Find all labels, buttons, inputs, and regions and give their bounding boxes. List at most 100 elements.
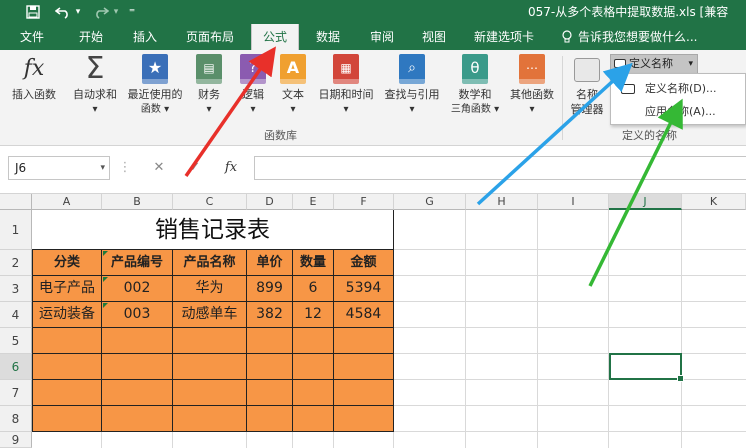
date-time-button[interactable]: ▦ 日期和时间 ▾ bbox=[314, 50, 378, 124]
empty-cell[interactable] bbox=[334, 354, 394, 380]
table-cell[interactable]: 899 bbox=[247, 276, 293, 302]
tell-me-search[interactable]: 告诉我您想要做什么... bbox=[578, 24, 698, 50]
logical-button[interactable]: ? 逻辑 ▾ bbox=[234, 50, 272, 124]
empty-cell[interactable] bbox=[32, 328, 102, 354]
tab-page-layout[interactable]: 页面布局 bbox=[178, 24, 242, 50]
define-name-dropdown[interactable]: 定义名称 ▾ bbox=[610, 54, 698, 74]
recently-used-button[interactable]: ★ 最近使用的 函数 ▾ bbox=[124, 50, 186, 124]
table-cell[interactable]: 运动装备 bbox=[32, 302, 102, 328]
table-header-cell[interactable]: 产品名称 bbox=[173, 250, 247, 276]
column-header-k[interactable]: K bbox=[682, 194, 746, 210]
redo-dropdown-icon[interactable]: ▾ bbox=[110, 0, 122, 24]
tab-formulas[interactable]: 公式 bbox=[251, 24, 299, 50]
column-header-i[interactable]: I bbox=[538, 194, 609, 210]
text-button[interactable]: A 文本 ▾ bbox=[276, 50, 310, 124]
empty-cell[interactable] bbox=[334, 328, 394, 354]
table-header-cell[interactable]: 单价 bbox=[247, 250, 293, 276]
save-icon[interactable] bbox=[22, 0, 44, 24]
empty-cell[interactable] bbox=[173, 406, 247, 432]
empty-cell[interactable] bbox=[293, 380, 334, 406]
empty-cell[interactable] bbox=[247, 380, 293, 406]
table-cell[interactable]: 华为 bbox=[173, 276, 247, 302]
math-trig-button[interactable]: θ 数学和 三角函数 ▾ bbox=[446, 50, 504, 124]
empty-cell[interactable] bbox=[102, 406, 173, 432]
enter-icon[interactable]: ✓ bbox=[182, 156, 208, 180]
empty-cell[interactable] bbox=[293, 354, 334, 380]
lookup-reference-button[interactable]: ⌕ 查找与引用 ▾ bbox=[380, 50, 444, 124]
column-header-g[interactable]: G bbox=[394, 194, 466, 210]
table-header-cell[interactable]: 产品编号 bbox=[102, 250, 173, 276]
table-cell[interactable]: 5394 bbox=[334, 276, 394, 302]
table-cell[interactable]: 002 bbox=[102, 276, 173, 302]
table-cell[interactable]: 4584 bbox=[334, 302, 394, 328]
name-box[interactable]: J6 ▾ bbox=[8, 156, 110, 180]
tab-data[interactable]: 数据 bbox=[306, 24, 350, 50]
table-cell[interactable]: 电子产品 bbox=[32, 276, 102, 302]
empty-cell[interactable] bbox=[247, 406, 293, 432]
empty-cell[interactable] bbox=[173, 380, 247, 406]
empty-cell[interactable] bbox=[102, 354, 173, 380]
empty-cell[interactable] bbox=[102, 380, 173, 406]
empty-cell[interactable] bbox=[293, 406, 334, 432]
column-header-d[interactable]: D bbox=[247, 194, 293, 210]
column-header-a[interactable]: A bbox=[32, 194, 102, 210]
column-header-e[interactable]: E bbox=[293, 194, 334, 210]
tab-new-tab[interactable]: 新建选项卡 bbox=[466, 24, 542, 50]
empty-cell[interactable] bbox=[247, 354, 293, 380]
empty-cell[interactable] bbox=[334, 380, 394, 406]
more-functions-button[interactable]: ⋯ 其他函数 ▾ bbox=[506, 50, 558, 124]
undo-dropdown-icon[interactable]: ▾ bbox=[72, 0, 84, 24]
undo-icon[interactable] bbox=[52, 0, 74, 24]
row-header-9[interactable]: 9 bbox=[0, 432, 32, 448]
row-header-4[interactable]: 4 bbox=[0, 302, 32, 328]
table-header-cell[interactable]: 分类 bbox=[32, 250, 102, 276]
financial-button[interactable]: ▤ 财务 ▾ bbox=[190, 50, 228, 124]
table-cell[interactable]: 6 bbox=[293, 276, 334, 302]
customize-qat-icon[interactable]: ⁼ bbox=[126, 0, 138, 24]
row-header-7[interactable]: 7 bbox=[0, 380, 32, 406]
formula-input[interactable] bbox=[254, 156, 746, 180]
menu-item-apply-names[interactable]: 应用名称(A)... bbox=[611, 101, 746, 123]
menu-item-define-name[interactable]: 定义名称(D)... bbox=[611, 78, 746, 100]
active-cell-selection[interactable] bbox=[609, 353, 684, 382]
autosum-button[interactable]: Σ 自动求和 ▾ bbox=[68, 50, 122, 124]
insert-function-icon[interactable]: fx bbox=[218, 156, 244, 180]
insert-function-button[interactable]: fx 插入函数 bbox=[6, 50, 62, 124]
empty-cell[interactable] bbox=[32, 354, 102, 380]
empty-cell[interactable] bbox=[293, 328, 334, 354]
table-header-cell[interactable]: 数量 bbox=[293, 250, 334, 276]
table-cell[interactable]: 12 bbox=[293, 302, 334, 328]
name-manager-button[interactable]: 名称 管理器 bbox=[566, 50, 608, 124]
empty-cell[interactable] bbox=[247, 328, 293, 354]
empty-cell[interactable] bbox=[32, 406, 102, 432]
tab-home[interactable]: 开始 bbox=[68, 24, 114, 50]
row-header-6[interactable]: 6 bbox=[0, 354, 32, 380]
column-header-j[interactable]: J bbox=[609, 194, 682, 210]
tab-file[interactable]: 文件 bbox=[10, 24, 54, 50]
row-header-8[interactable]: 8 bbox=[0, 406, 32, 432]
column-header-f[interactable]: F bbox=[334, 194, 394, 210]
tab-view[interactable]: 视图 bbox=[412, 24, 456, 50]
tab-insert[interactable]: 插入 bbox=[122, 24, 168, 50]
empty-cell[interactable] bbox=[32, 380, 102, 406]
empty-cell[interactable] bbox=[102, 328, 173, 354]
table-header-cell[interactable]: 金额 bbox=[334, 250, 394, 276]
table-cell[interactable]: 动感单车 bbox=[173, 302, 247, 328]
empty-cell[interactable] bbox=[173, 328, 247, 354]
column-header-h[interactable]: H bbox=[466, 194, 538, 210]
table-cell[interactable]: 382 bbox=[247, 302, 293, 328]
select-all-corner[interactable] bbox=[0, 194, 32, 210]
column-header-b[interactable]: B bbox=[102, 194, 173, 210]
sheet-title-cell[interactable]: 销售记录表 bbox=[32, 210, 394, 250]
row-header-3[interactable]: 3 bbox=[0, 276, 32, 302]
redo-icon[interactable] bbox=[90, 0, 112, 24]
chevron-down-icon[interactable]: ▾ bbox=[100, 157, 105, 179]
row-header-5[interactable]: 5 bbox=[0, 328, 32, 354]
empty-cell[interactable] bbox=[173, 354, 247, 380]
tab-review[interactable]: 审阅 bbox=[360, 24, 404, 50]
column-header-c[interactable]: C bbox=[173, 194, 247, 210]
empty-cell[interactable] bbox=[334, 406, 394, 432]
row-header-1[interactable]: 1 bbox=[0, 210, 32, 250]
table-cell[interactable]: 003 bbox=[102, 302, 173, 328]
cancel-icon[interactable]: ✕ bbox=[146, 156, 172, 180]
